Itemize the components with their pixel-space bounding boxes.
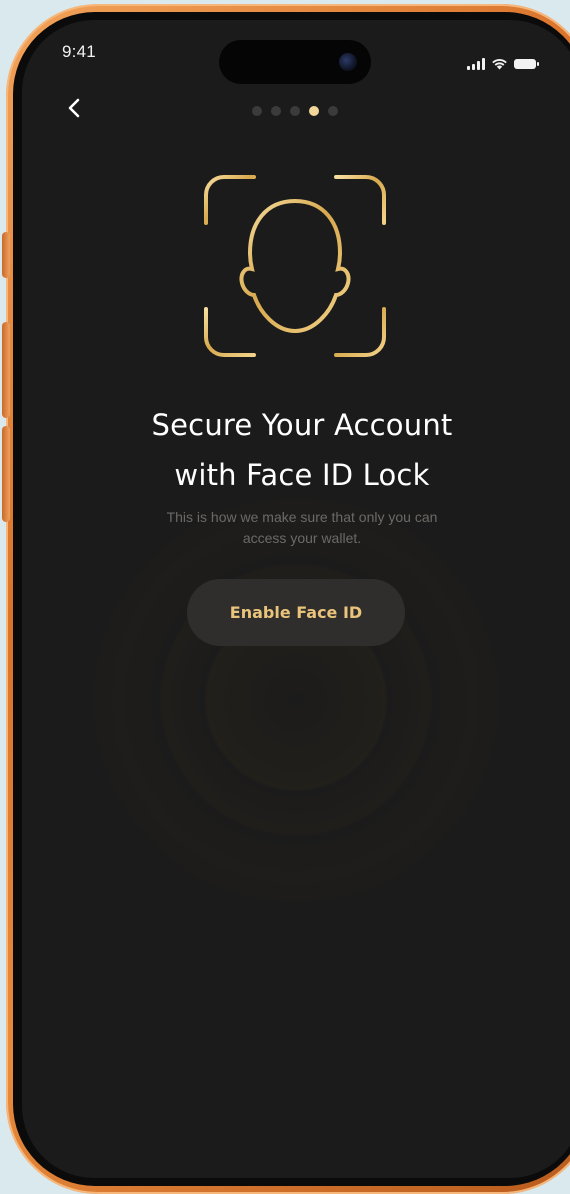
title-line: Secure Your Account bbox=[151, 408, 453, 442]
status-icons bbox=[467, 58, 539, 70]
subtitle-line: This is how we make sure that only you c… bbox=[166, 509, 438, 525]
pager-dot bbox=[252, 106, 262, 116]
battery-icon bbox=[514, 59, 539, 69]
pager-dot-active bbox=[309, 106, 319, 116]
pager-dot bbox=[271, 106, 281, 116]
volume-down-button bbox=[2, 426, 10, 522]
pager-dot bbox=[290, 106, 300, 116]
status-time: 9:41 bbox=[62, 42, 96, 61]
pager-dot bbox=[328, 106, 338, 116]
subtitle-line: access your wallet. bbox=[242, 530, 362, 546]
wifi-icon bbox=[492, 59, 507, 70]
page-indicator bbox=[252, 106, 338, 116]
page-subtitle: This is how we make sure that only you c… bbox=[102, 507, 502, 549]
chevron-left-icon bbox=[68, 98, 80, 118]
background-glow bbox=[86, 490, 506, 910]
action-button bbox=[2, 232, 10, 278]
volume-up-button bbox=[2, 322, 10, 418]
front-camera-icon bbox=[339, 53, 357, 71]
signal-icon bbox=[467, 58, 485, 70]
title-line: with Face ID Lock bbox=[174, 458, 430, 492]
enable-face-id-button[interactable]: Enable Face ID bbox=[187, 579, 405, 646]
face-id-icon bbox=[204, 175, 386, 357]
dynamic-island bbox=[219, 40, 371, 84]
back-button[interactable] bbox=[60, 94, 88, 122]
app-screen: 9:41 Secure Your Account with Face ID Lo… bbox=[22, 20, 570, 1178]
page-title: Secure Your Account with Face ID Lock bbox=[62, 400, 542, 500]
stage: 9:41 Secure Your Account with Face ID Lo… bbox=[0, 0, 570, 1194]
